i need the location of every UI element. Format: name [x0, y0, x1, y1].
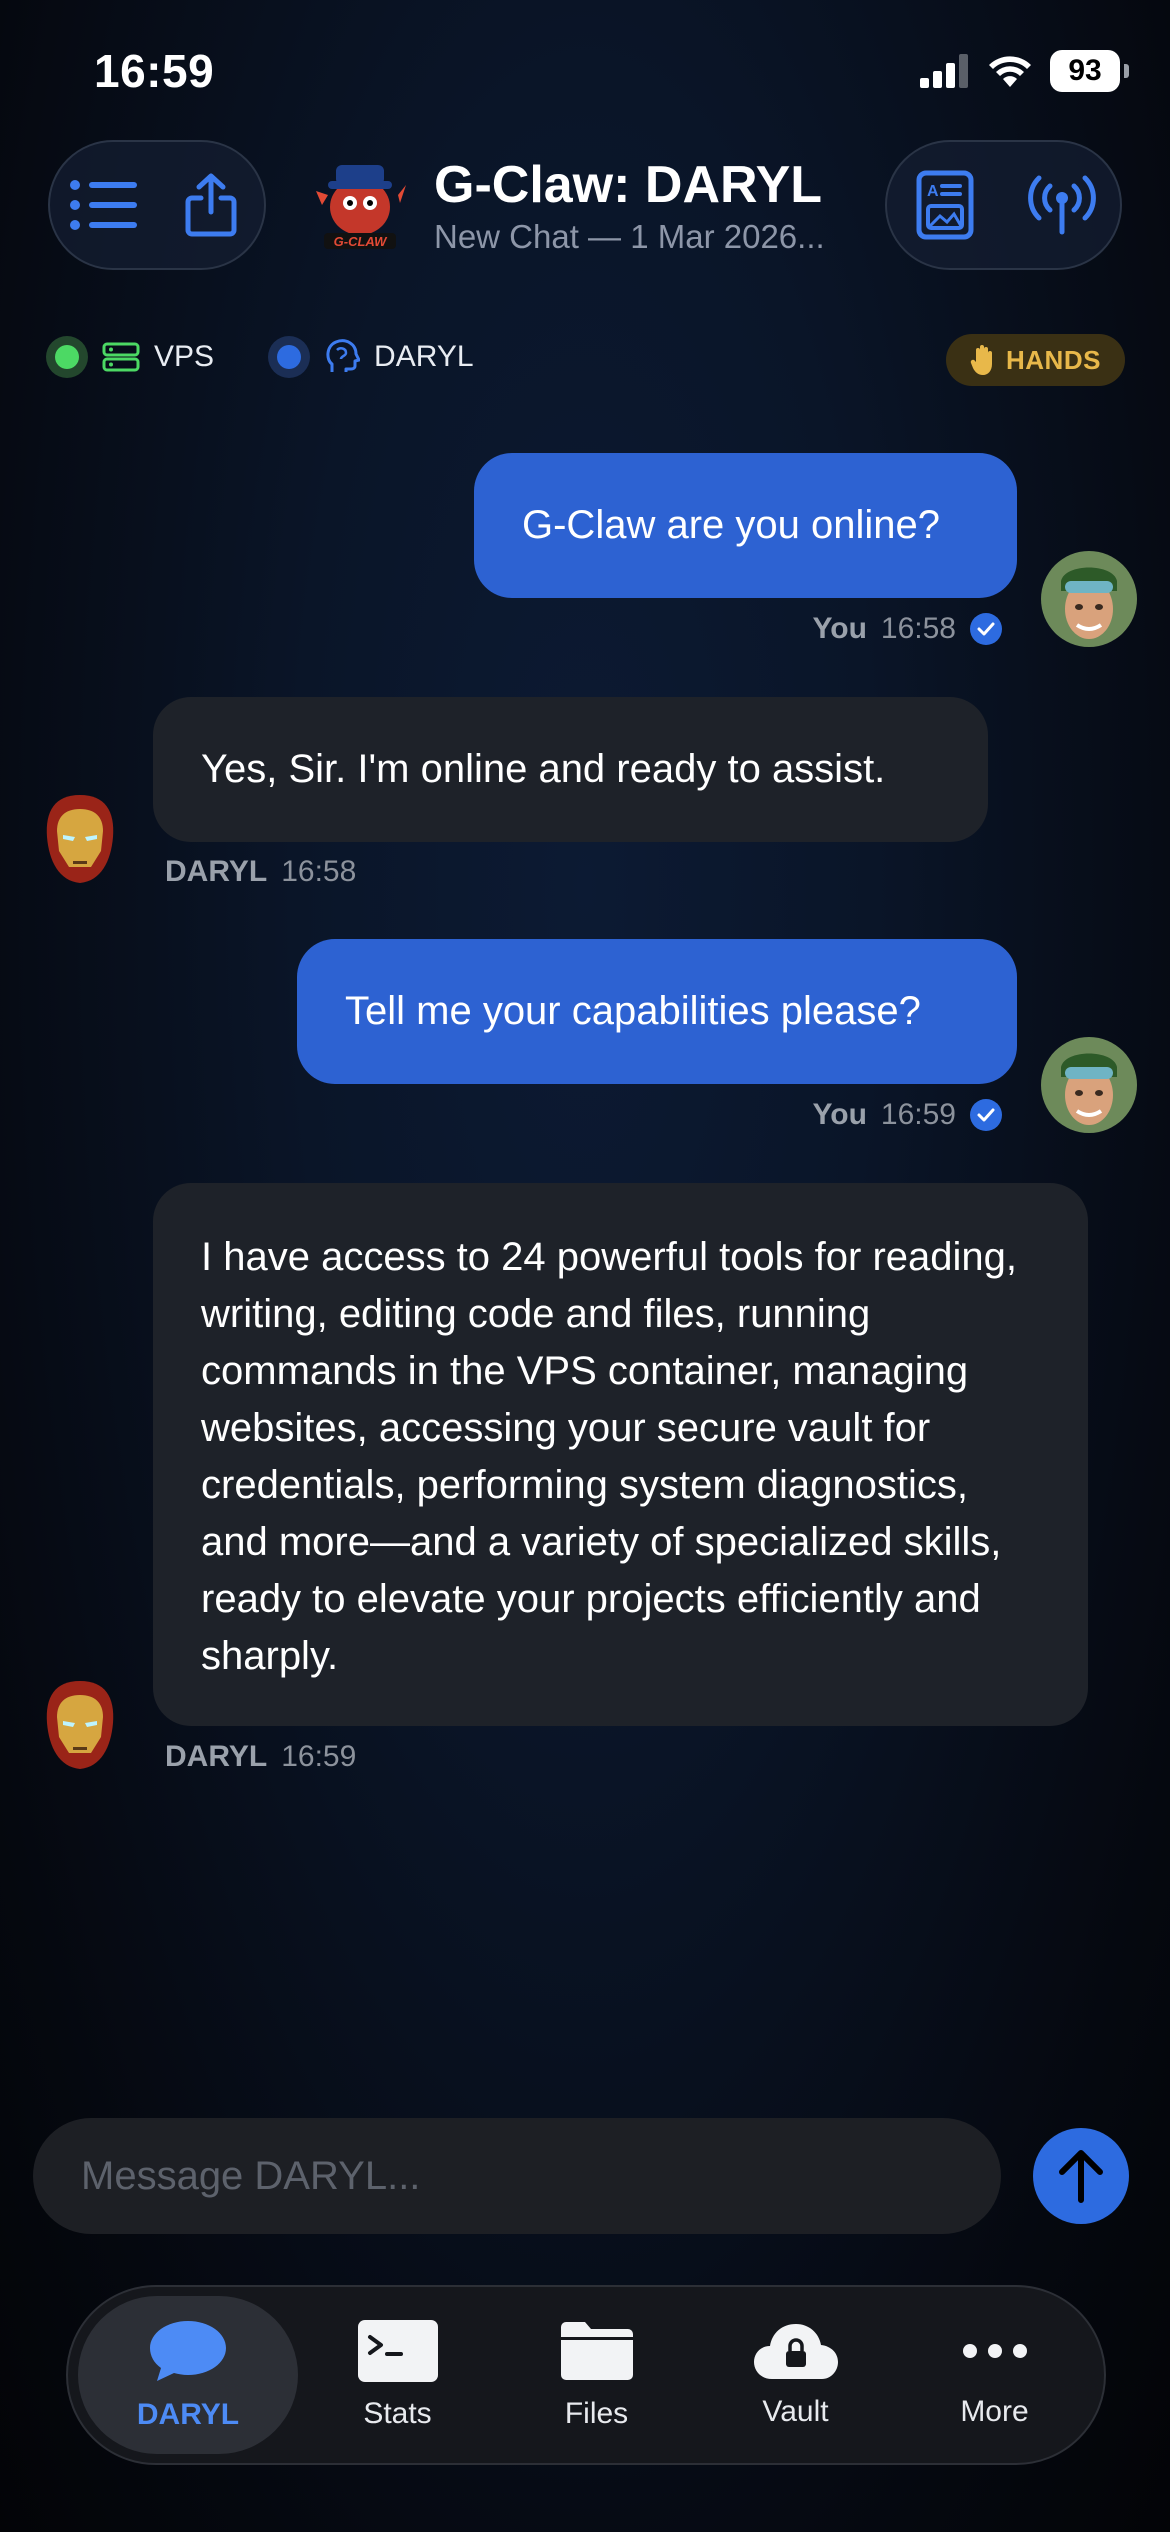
raised-hand-icon [970, 345, 992, 375]
user-message-bubble: Tell me your capabilities please? [297, 939, 1017, 1084]
message-text: I have access to 24 powerful tools for r… [201, 1235, 1018, 1678]
hands-badge[interactable]: HANDS [946, 334, 1125, 386]
cellular-signal-icon [920, 54, 968, 88]
message-meta: DARYL 16:59 [165, 1740, 356, 1774]
message-time: 16:58 [281, 855, 357, 888]
read-check-icon [970, 1099, 1002, 1131]
share-button[interactable] [171, 165, 251, 245]
wifi-icon [989, 56, 1031, 87]
vps-status-dot [46, 336, 88, 378]
message-sender: DARYL [165, 1740, 268, 1773]
ellipsis-icon [962, 2344, 1027, 2358]
page-title: G-Claw: DARYL [434, 156, 823, 214]
chat-subtitle: New Chat — 1 Mar 2026... [434, 218, 825, 255]
message-sender: DARYL [165, 855, 268, 888]
translate-button[interactable]: A [905, 165, 985, 245]
message-time: 16:59 [880, 1098, 956, 1131]
g-claw-logo: G-CLAW [310, 155, 410, 255]
header-right-actions: A [885, 140, 1122, 270]
broadcast-button[interactable] [1022, 165, 1102, 245]
bot-message-bubble: Yes, Sir. I'm online and ready to assist… [153, 697, 988, 842]
message-text: G-Claw are you online? [522, 503, 940, 547]
svg-text:A: A [927, 183, 939, 200]
header-left-actions [48, 140, 266, 270]
server-icon [102, 342, 140, 372]
bot-message-bubble: I have access to 24 powerful tools for r… [153, 1183, 1088, 1726]
share-icon [185, 173, 236, 237]
tab-daryl[interactable]: DARYL [78, 2296, 298, 2454]
status-icons: 93 [920, 50, 1129, 92]
status-chips: VPS DARYL [46, 336, 514, 378]
iron-man-avatar[interactable] [33, 791, 127, 887]
message-meta: You 16:59 [812, 1098, 1002, 1132]
tab-label: Files [564, 2397, 629, 2430]
message-text: Tell me your capabilities please? [345, 989, 921, 1033]
battery-indicator: 93 [1050, 50, 1129, 92]
tab-more[interactable]: More [895, 2296, 1094, 2454]
status-time: 16:59 [94, 45, 215, 97]
menu-button[interactable] [64, 165, 144, 245]
cloud-lock-icon [753, 2324, 838, 2379]
tab-stats[interactable]: Stats [298, 2296, 497, 2454]
daryl-label: DARYL [374, 340, 474, 373]
arrow-up-icon [1059, 2150, 1103, 2203]
user-message-bubble: G-Claw are you online? [474, 453, 1017, 598]
folder-icon [560, 2322, 633, 2380]
tab-label: Vault [762, 2395, 829, 2428]
chat-bubble-icon [150, 2321, 226, 2381]
message-input-placeholder: Message DARYL... [81, 2153, 421, 2198]
tab-label: DARYL [136, 2398, 240, 2431]
message-text: Yes, Sir. I'm online and ready to assist… [201, 747, 886, 791]
message-time: 16:58 [880, 612, 956, 645]
iron-man-avatar[interactable] [33, 1677, 127, 1773]
message-sender: You [812, 612, 867, 645]
list-menu-icon [69, 180, 137, 230]
vps-label: VPS [154, 340, 215, 373]
tab-vault[interactable]: Vault [696, 2296, 895, 2454]
message-meta: You 16:58 [812, 612, 1002, 646]
terminal-icon [357, 2320, 438, 2382]
message-time: 16:59 [281, 1740, 357, 1773]
tab-label: More [960, 2395, 1029, 2428]
send-button[interactable] [1033, 2128, 1129, 2224]
message-sender: You [812, 1098, 867, 1131]
read-check-icon [970, 613, 1002, 645]
brain-head-icon [326, 339, 361, 372]
tab-files[interactable]: Files [497, 2296, 696, 2454]
user-avatar[interactable] [1041, 1037, 1137, 1133]
document-translate-icon: A [916, 170, 974, 240]
message-meta: DARYL 16:58 [165, 855, 356, 889]
user-avatar[interactable] [1041, 551, 1137, 647]
message-input[interactable]: Message DARYL... [33, 2118, 1001, 2234]
tab-bar: DARYL Stats Files Vault More [66, 2285, 1106, 2465]
hands-label: HANDS [1006, 344, 1101, 375]
daryl-status-dot [268, 336, 311, 378]
antenna-broadcast-icon [1027, 175, 1096, 235]
svg-text:G-CLAW: G-CLAW [334, 234, 388, 249]
tab-label: Stats [363, 2397, 432, 2430]
